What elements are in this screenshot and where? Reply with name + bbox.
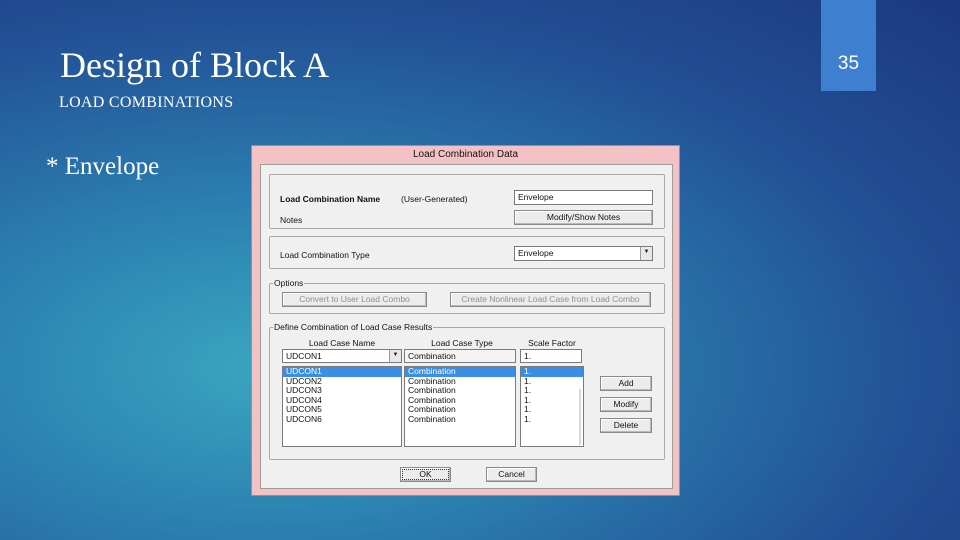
list-item[interactable]: Combination — [405, 415, 515, 425]
list-item[interactable]: 1. — [521, 367, 583, 377]
combination-name-suffix: (User-Generated) — [401, 194, 468, 204]
list-item[interactable]: UDCON3 — [283, 386, 401, 396]
scale-factor-list[interactable]: 1. 1. 1. 1. 1. 1. — [520, 366, 584, 447]
bullet-text: * Envelope — [46, 153, 160, 180]
chevron-down-icon[interactable]: ▼ — [640, 247, 652, 260]
combination-type-label: Load Combination Type — [280, 250, 370, 260]
define-combination-legend: Define Combination of Load Case Results — [273, 322, 434, 332]
define-combination-group: Define Combination of Load Case Results … — [269, 322, 665, 460]
list-item[interactable]: UDCON5 — [283, 405, 401, 415]
list-item[interactable]: Combination — [405, 377, 515, 387]
modify-button[interactable]: Modify — [600, 397, 652, 412]
list-item[interactable]: UDCON6 — [283, 415, 401, 425]
cancel-button[interactable]: Cancel — [486, 467, 537, 482]
name-group: Load Combination Name (User-Generated) E… — [269, 174, 665, 229]
list-item[interactable]: 1. — [521, 405, 583, 415]
options-group: Options Convert to User Load Combo Creat… — [269, 278, 665, 314]
list-item[interactable]: Combination — [405, 405, 515, 415]
list-item[interactable]: UDCON2 — [283, 377, 401, 387]
ok-button[interactable]: OK — [400, 467, 451, 482]
list-item[interactable]: 1. — [521, 415, 583, 425]
scrollbar[interactable] — [579, 389, 581, 445]
create-nonlinear-case-button[interactable]: Create Nonlinear Load Case from Load Com… — [450, 292, 651, 307]
modify-show-notes-button[interactable]: Modify/Show Notes — [514, 210, 653, 225]
combination-name-label: Load Combination Name — [280, 194, 381, 204]
convert-to-user-combo-button[interactable]: Convert to User Load Combo — [282, 292, 427, 307]
load-case-type-field: Combination — [404, 349, 516, 363]
page-number-box: 35 — [821, 0, 876, 91]
load-case-name-list[interactable]: UDCON1 UDCON2 UDCON3 UDCON4 UDCON5 UDCON… — [282, 366, 402, 447]
dialog-body: Load Combination Name (User-Generated) E… — [260, 164, 673, 489]
load-case-type-list[interactable]: Combination Combination Combination Comb… — [404, 366, 516, 447]
column-header-load-case-name: Load Case Name — [308, 338, 376, 348]
list-item[interactable]: UDCON4 — [283, 396, 401, 406]
slide-subtitle: LOAD COMBINATIONS — [59, 94, 234, 111]
list-item[interactable]: UDCON1 — [283, 367, 401, 377]
add-button[interactable]: Add — [600, 376, 652, 391]
notes-label: Notes — [280, 215, 303, 225]
scale-factor-input[interactable]: 1. — [520, 349, 582, 363]
list-item[interactable]: 1. — [521, 396, 583, 406]
type-group: Load Combination Type Envelope ▼ — [269, 236, 665, 269]
load-combination-dialog: Load Combination Data Load Combination N… — [251, 145, 680, 496]
slide-title: Design of Block A — [60, 45, 329, 85]
load-case-name-select[interactable]: UDCON1 ▼ — [282, 349, 402, 363]
list-item[interactable]: 1. — [521, 386, 583, 396]
combination-name-input[interactable]: Envelope — [514, 190, 653, 205]
options-legend: Options — [273, 278, 305, 288]
chevron-down-icon[interactable]: ▼ — [389, 350, 401, 362]
list-item[interactable]: 1. — [521, 377, 583, 387]
dialog-title: Load Combination Data — [412, 149, 519, 160]
column-header-load-case-type: Load Case Type — [431, 338, 493, 348]
list-item[interactable]: Combination — [405, 386, 515, 396]
delete-button[interactable]: Delete — [600, 418, 652, 433]
load-case-name-value: UDCON1 — [286, 351, 322, 361]
combination-type-select[interactable]: Envelope ▼ — [514, 246, 653, 261]
page-number: 35 — [837, 53, 860, 74]
combination-type-value: Envelope — [518, 248, 554, 258]
list-item[interactable]: Combination — [405, 396, 515, 406]
list-item[interactable]: Combination — [405, 367, 515, 377]
column-header-scale-factor: Scale Factor — [528, 338, 576, 348]
